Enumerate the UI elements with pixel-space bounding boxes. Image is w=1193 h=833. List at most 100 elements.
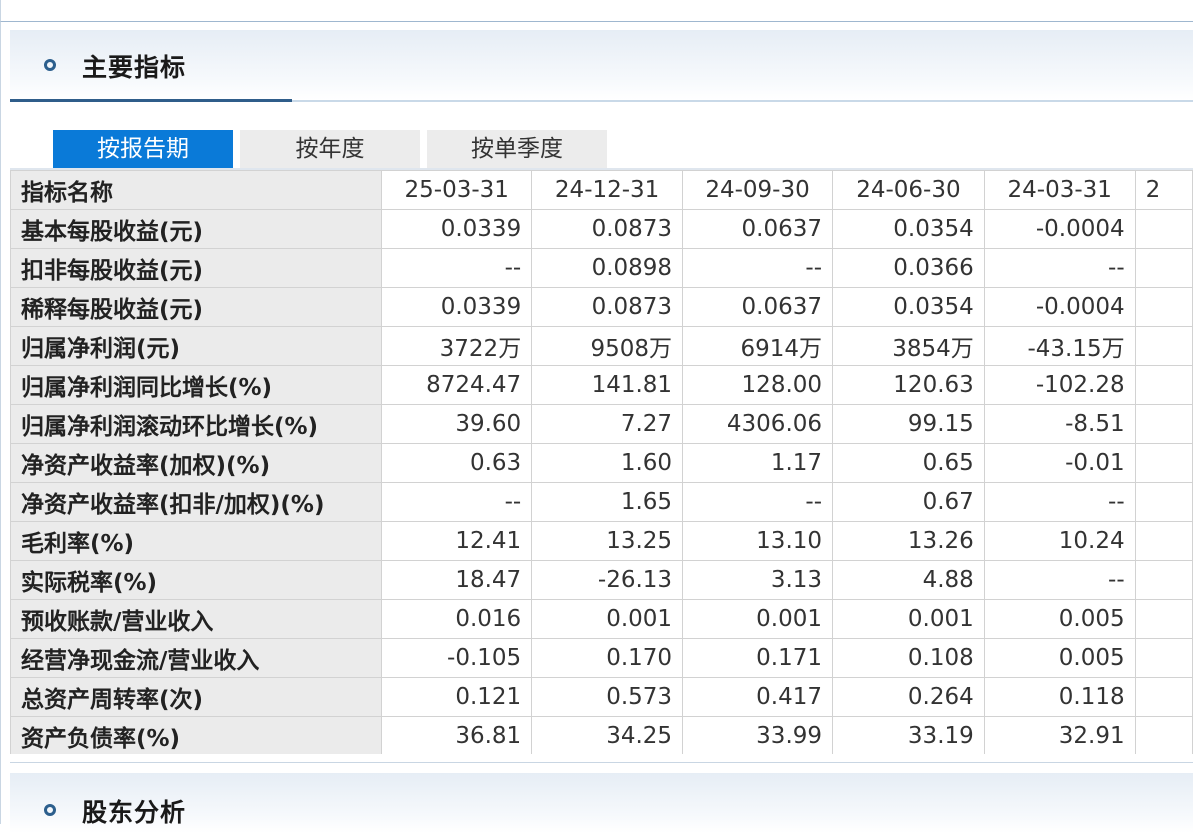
indicator-value-cell: 0.0354	[832, 287, 985, 327]
indicator-value-cell: 0.016	[381, 599, 533, 639]
indicator-value-cell: -0.01	[983, 443, 1136, 483]
indicator-value-cell: 13.25	[531, 521, 684, 561]
tab-by-report-period[interactable]: 按报告期	[53, 130, 233, 169]
indicator-value-cell: 33.19	[832, 716, 985, 754]
indicator-value-cell: --	[682, 248, 834, 288]
indicator-value-cell: 0.0637	[682, 209, 834, 249]
period-header: 25-03-31	[381, 170, 533, 210]
indicator-name-cell: 净资产收益率(扣非/加权)(%)	[10, 482, 383, 522]
indicator-value-cell: -43.15万	[983, 326, 1136, 366]
indicator-value-cell: 6914万	[682, 326, 834, 366]
indicator-value-cell: 0.118	[983, 677, 1136, 717]
indicator-value-cell: 0.005	[983, 599, 1136, 639]
period-header: 24-06-30	[832, 170, 985, 210]
indicator-table-container: 指标名称 25-03-31 24-12-31 24-09-30 24-06-30…	[10, 170, 1193, 754]
indicator-value-cell	[1134, 287, 1193, 327]
section-title-underline	[10, 99, 292, 102]
indicator-value-cell: 0.171	[682, 638, 834, 678]
indicator-value-cell	[1134, 404, 1193, 444]
indicator-value-cell: 3854万	[832, 326, 985, 366]
indicator-value-cell: 0.121	[381, 677, 533, 717]
indicator-name-cell: 预收账款/营业收入	[10, 599, 383, 639]
period-header: 2	[1134, 170, 1193, 210]
period-header: 24-09-30	[682, 170, 834, 210]
indicator-value-cell: 0.63	[381, 443, 533, 483]
tab-by-quarter[interactable]: 按单季度	[427, 130, 607, 169]
indicator-value-cell: --	[682, 482, 834, 522]
period-header: 24-12-31	[531, 170, 684, 210]
indicator-value-cell	[1134, 521, 1193, 561]
indicator-value-cell: 0.0637	[682, 287, 834, 327]
indicator-value-cell	[1134, 599, 1193, 639]
indicator-value-cell: 9508万	[531, 326, 684, 366]
indicator-value-cell	[1134, 482, 1193, 522]
indicator-value-cell: 13.26	[832, 521, 985, 561]
table-row: 基本每股收益(元) 0.0339 0.0873 0.0637 0.0354 -0.0004	[10, 209, 1193, 249]
indicator-value-cell: 1.60	[531, 443, 684, 483]
indicator-value-cell: 0.0339	[381, 209, 533, 249]
indicator-name-cell: 归属净利润(元)	[10, 326, 383, 366]
indicator-value-cell: 3722万	[381, 326, 533, 366]
indicator-name-cell: 资产负债率(%)	[10, 716, 383, 754]
indicator-name-cell: 基本每股收益(元)	[10, 209, 383, 249]
table-row: 实际税率(%) 18.47 -26.13 3.13 4.88 --	[10, 560, 1193, 600]
tab-by-year[interactable]: 按年度	[240, 130, 420, 169]
indicator-value-cell: 0.0354	[832, 209, 985, 249]
indicator-value-cell: 34.25	[531, 716, 684, 754]
indicator-value-cell	[1134, 209, 1193, 249]
indicator-value-cell: 0.0873	[531, 287, 684, 327]
indicator-value-cell	[1134, 560, 1193, 600]
indicator-value-cell: 128.00	[682, 365, 834, 405]
table-row: 扣非每股收益(元) -- 0.0898 -- 0.0366 --	[10, 248, 1193, 288]
indicator-value-cell: 0.573	[531, 677, 684, 717]
indicator-name-cell: 净资产收益率(加权)(%)	[10, 443, 383, 483]
indicator-value-cell: 0.0366	[832, 248, 985, 288]
indicator-value-cell	[1134, 326, 1193, 366]
indicator-value-cell: -0.105	[381, 638, 533, 678]
indicator-value-cell: 0.0339	[381, 287, 533, 327]
table-row: 净资产收益率(扣非/加权)(%) -- 1.65 -- 0.67 --	[10, 482, 1193, 522]
indicator-value-cell: 0.001	[531, 599, 684, 639]
table-body: 基本每股收益(元) 0.0339 0.0873 0.0637 0.0354 -0.0004…	[10, 209, 1193, 754]
indicator-value-cell: 8724.47	[381, 365, 533, 405]
indicator-name-cell: 归属净利润滚动环比增长(%)	[10, 404, 383, 444]
table-row: 预收账款/营业收入 0.016 0.001 0.001 0.001 0.005	[10, 599, 1193, 639]
left-border	[0, 22, 1, 824]
section-header-shareholder-analysis: 股东分析	[10, 773, 1193, 833]
section-divider	[10, 762, 1193, 763]
circle-bullet-icon	[44, 59, 56, 71]
indicator-value-cell: 10.24	[983, 521, 1136, 561]
table-row: 归属净利润同比增长(%) 8724.47 141.81 128.00 120.63 -10…	[10, 365, 1193, 405]
indicator-name-cell: 经营净现金流/营业收入	[10, 638, 383, 678]
indicator-value-cell: 0.005	[983, 638, 1136, 678]
section-title: 主要指标	[82, 53, 187, 82]
section-header-main-indicators: 主要指标	[10, 30, 1193, 102]
table-row: 净资产收益率(加权)(%) 0.63 1.60 1.17 0.65 -0.01	[10, 443, 1193, 483]
indicator-value-cell: 39.60	[381, 404, 533, 444]
indicator-value-cell: 7.27	[531, 404, 684, 444]
indicator-value-cell: 18.47	[381, 560, 533, 600]
indicator-value-cell	[1134, 638, 1193, 678]
indicator-value-cell: 0.264	[832, 677, 985, 717]
indicator-table: 指标名称 25-03-31 24-12-31 24-09-30 24-06-30…	[10, 170, 1193, 754]
table-row: 归属净利润(元) 3722万 9508万 6914万 3854万 -43.15万	[10, 326, 1193, 366]
indicator-value-cell	[1134, 443, 1193, 483]
indicator-value-cell: -0.0004	[983, 209, 1136, 249]
indicator-value-cell: 0.65	[832, 443, 985, 483]
indicator-value-cell	[1134, 365, 1193, 405]
top-frame	[0, 0, 1193, 22]
table-row: 总资产周转率(次) 0.121 0.573 0.417 0.264 0.118	[10, 677, 1193, 717]
indicator-name-cell: 归属净利润同比增长(%)	[10, 365, 383, 405]
indicator-value-cell: -0.0004	[983, 287, 1136, 327]
indicator-value-cell	[1134, 716, 1193, 754]
indicator-value-cell: 0.170	[531, 638, 684, 678]
indicator-value-cell: 1.17	[682, 443, 834, 483]
indicator-name-cell: 毛利率(%)	[10, 521, 383, 561]
indicator-value-cell: -8.51	[983, 404, 1136, 444]
indicator-value-cell: -102.28	[983, 365, 1136, 405]
indicator-value-cell	[1134, 677, 1193, 717]
table-row: 经营净现金流/营业收入 -0.105 0.170 0.171 0.108 0.005	[10, 638, 1193, 678]
indicator-value-cell: 12.41	[381, 521, 533, 561]
table-row: 资产负债率(%) 36.81 34.25 33.99 33.19 32.91	[10, 716, 1193, 754]
indicator-value-cell: --	[983, 482, 1136, 522]
